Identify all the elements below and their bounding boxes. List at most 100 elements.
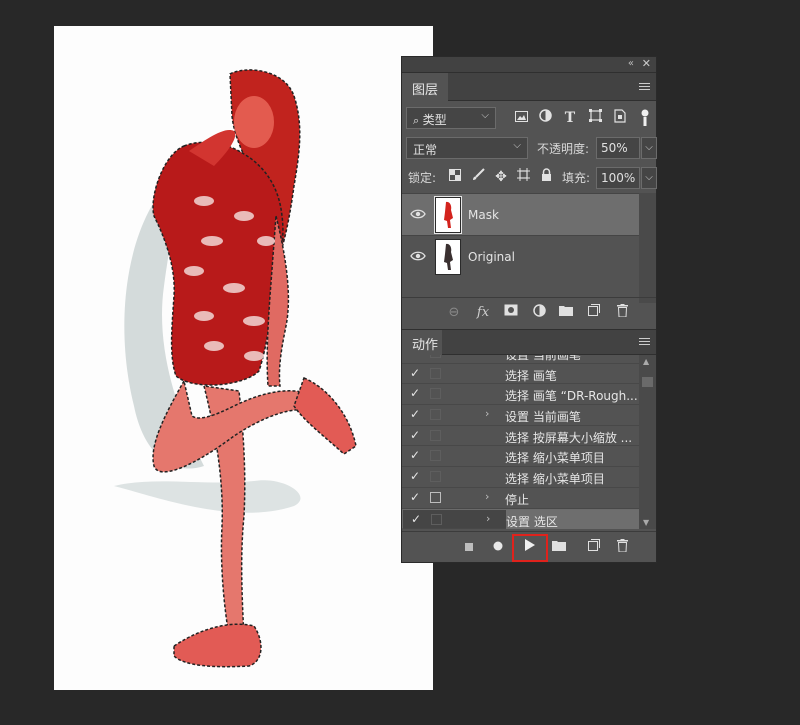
checkmark-icon[interactable]: ✓ [410, 490, 422, 504]
dialog-toggle-icon[interactable] [430, 450, 441, 462]
action-label: 选择 缩小菜单项目 [505, 451, 605, 466]
fill-value: 100% [601, 171, 636, 185]
tab-layers[interactable]: 图层 [402, 73, 448, 101]
action-row[interactable]: ✓ › 设置 当前画笔 [402, 355, 641, 364]
actions-footer-toolbar [402, 531, 656, 563]
opacity-value: 50% [601, 141, 628, 155]
dialog-toggle-icon[interactable] [430, 388, 441, 400]
lock-artboard-icon[interactable] [514, 168, 532, 186]
visibility-eye-icon[interactable] [410, 249, 426, 263]
add-mask-icon[interactable] [502, 304, 520, 322]
action-label: 停止 [505, 492, 530, 507]
layers-panel-menu-icon[interactable] [639, 83, 650, 92]
collapse-panels-icon[interactable]: « [628, 58, 634, 69]
image-filter-icon[interactable] [512, 109, 530, 127]
new-action-icon[interactable] [585, 539, 603, 557]
record-icon[interactable] [489, 539, 507, 557]
action-label: 选择 缩小菜单项目 [505, 472, 605, 487]
checkmark-icon[interactable]: ✓ [411, 512, 423, 526]
new-adjustment-layer-icon[interactable] [530, 304, 548, 322]
lock-image-pixels-icon[interactable] [469, 168, 487, 186]
visibility-eye-icon[interactable] [410, 207, 426, 221]
chevron-down-icon[interactable]: ⌵ [641, 137, 657, 159]
scroll-down-icon[interactable]: ▼ [643, 518, 649, 527]
layer-row-original[interactable]: Original [402, 235, 640, 277]
delete-action-trash-icon[interactable] [613, 539, 631, 557]
chevron-right-icon[interactable]: › [485, 355, 489, 358]
filter-toggle-icon[interactable] [639, 109, 651, 127]
action-row[interactable]: ✓ › 停止 [402, 488, 641, 509]
dialog-toggle-icon[interactable] [430, 355, 441, 358]
checkmark-icon[interactable]: ✓ [410, 355, 422, 359]
close-panel-icon[interactable]: ✕ [642, 57, 651, 70]
play-selection-icon[interactable] [521, 539, 539, 557]
dialog-toggle-icon[interactable] [431, 513, 442, 525]
layer-filter-row: ⌕ 类型 ⌵ T [406, 107, 656, 131]
action-row[interactable]: ✓ 选择 按屏幕大小缩放 ... [402, 426, 641, 447]
checkmark-icon[interactable]: ✓ [410, 428, 422, 442]
new-layer-icon[interactable] [585, 304, 603, 322]
action-label: 设置 当前画笔 [505, 410, 581, 425]
scroll-up-icon[interactable]: ▲ [643, 357, 649, 366]
opacity-input[interactable]: 50% ⌵ [596, 137, 657, 159]
lock-options-row: 锁定: ✥ 填充: 100% ⌵ [406, 167, 657, 189]
filter-kind-select[interactable]: ⌕ 类型 ⌵ [406, 107, 496, 129]
adjustment-filter-icon[interactable] [536, 109, 554, 127]
type-filter-icon[interactable]: T [561, 109, 579, 127]
dialog-toggle-icon[interactable] [430, 491, 441, 503]
action-row-selected[interactable]: ✓ › 设置 选区 [402, 508, 641, 529]
chevron-down-icon: ⌵ [513, 140, 521, 151]
action-label: 设置 当前画笔 [505, 355, 581, 362]
dialog-toggle-icon[interactable] [430, 429, 441, 441]
blend-mode-select[interactable]: 正常 ⌵ [406, 137, 528, 159]
fill-input[interactable]: 100% ⌵ [596, 167, 657, 189]
actions-scrollbar[interactable]: ▲ ▼ [639, 355, 656, 529]
action-label: 选择 按屏幕大小缩放 ... [505, 430, 633, 445]
layer-thumbnail [435, 239, 461, 275]
action-row[interactable]: ✓ › 设置 当前画笔 [402, 405, 641, 426]
new-group-folder-icon[interactable] [557, 304, 575, 322]
action-label: 选择 画笔 “DR-Rough... [505, 389, 638, 404]
new-set-folder-icon[interactable] [550, 539, 568, 557]
shape-filter-icon[interactable] [586, 109, 604, 127]
action-row[interactable]: ✓ 选择 画笔 [402, 364, 641, 385]
layer-row-mask[interactable]: Mask [402, 193, 640, 235]
chevron-right-icon[interactable]: › [486, 512, 490, 525]
lock-label: 锁定: [408, 171, 437, 185]
delete-layer-trash-icon[interactable] [613, 304, 631, 322]
action-row[interactable]: ✓ 选择 缩小菜单项目 [402, 446, 641, 468]
chevron-right-icon[interactable]: › [485, 490, 489, 503]
scroll-thumb[interactable] [642, 377, 653, 387]
lock-position-icon[interactable]: ✥ [492, 168, 510, 186]
checkmark-icon[interactable]: ✓ [410, 407, 422, 421]
layers-footer-toolbar: ⊖ fx [402, 297, 656, 327]
actions-panel-menu-icon[interactable] [639, 338, 650, 347]
lock-all-icon[interactable] [537, 168, 555, 186]
checkmark-icon[interactable]: ✓ [410, 386, 422, 400]
action-row[interactable]: ✓ 选择 缩小菜单项目 [402, 467, 641, 488]
masked-figure-artwork [114, 69, 357, 668]
fx-layer-style-icon[interactable]: fx [474, 304, 492, 322]
panel-title-bar[interactable]: « ✕ [402, 57, 656, 73]
dialog-toggle-icon[interactable] [430, 409, 441, 421]
checkmark-icon[interactable]: ✓ [410, 448, 422, 462]
lock-transparent-pixels-icon[interactable] [446, 168, 464, 186]
layers-list: Mask Original [402, 193, 640, 277]
smart-object-filter-icon[interactable] [611, 109, 629, 127]
filter-kind-label: 类型 [422, 113, 447, 127]
chevron-right-icon[interactable]: › [485, 407, 489, 420]
tab-actions[interactable]: 动作 [402, 330, 442, 356]
action-label: 设置 选区 [506, 509, 641, 529]
dialog-toggle-icon[interactable] [430, 471, 441, 483]
layers-tab-bar: 图层 [402, 73, 656, 101]
layers-scrollbar[interactable] [639, 193, 656, 303]
checkmark-icon[interactable]: ✓ [410, 469, 422, 483]
document-canvas[interactable] [54, 26, 433, 690]
chevron-down-icon[interactable]: ⌵ [641, 167, 657, 189]
checkmark-icon[interactable]: ✓ [410, 366, 422, 380]
action-row[interactable]: ✓ 选择 画笔 “DR-Rough... [402, 384, 641, 406]
actions-list: ✓› 设置 当前画笔 ✓ 选择 画笔 ✓ 选择 画笔 “DR-Rough... … [402, 355, 641, 529]
link-layers-icon[interactable]: ⊖ [445, 304, 463, 322]
stop-recording-icon[interactable] [460, 539, 478, 557]
dialog-toggle-icon[interactable] [430, 367, 441, 379]
